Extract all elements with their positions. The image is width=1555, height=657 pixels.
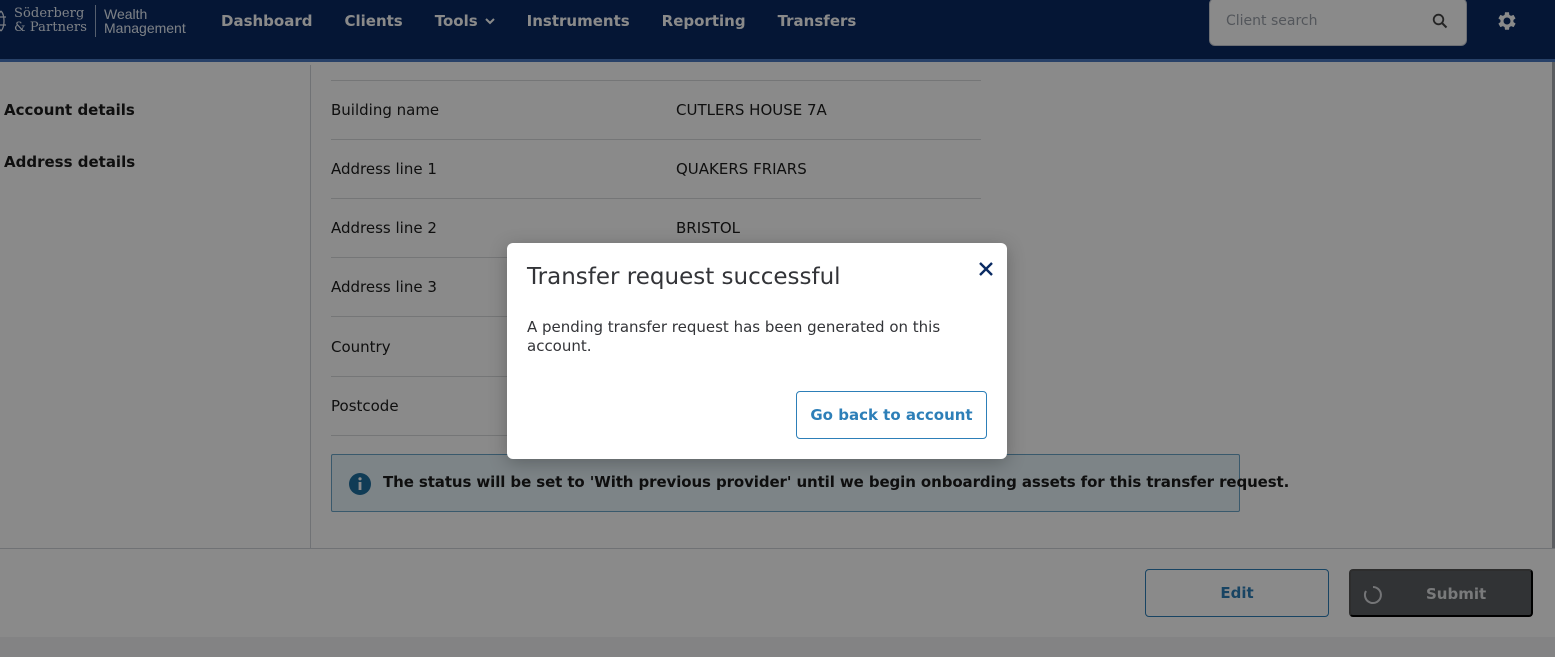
dialog-message: A pending transfer request has been gene… (527, 318, 941, 355)
transfer-success-dialog: Transfer request successful A pending tr… (507, 243, 1007, 459)
dialog-title: Transfer request successful (527, 264, 841, 290)
go-back-to-account-button[interactable]: Go back to account (796, 391, 987, 439)
close-icon[interactable] (977, 260, 995, 278)
